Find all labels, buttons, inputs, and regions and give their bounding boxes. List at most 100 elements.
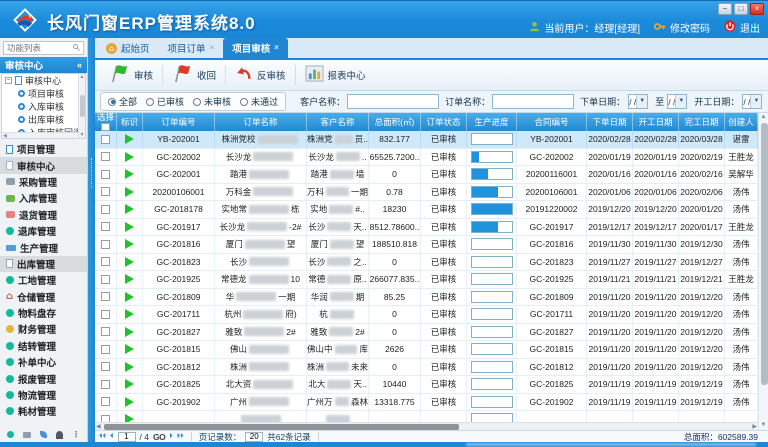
chevron-down-icon[interactable]: ▼ <box>675 95 686 108</box>
row-checkbox[interactable] <box>101 187 110 196</box>
close-tab-icon[interactable]: × <box>274 44 279 52</box>
order-date-from-picker[interactable]: / /▼ <box>628 94 648 109</box>
h-scroll-thumb[interactable] <box>104 424 459 430</box>
row-checkbox[interactable] <box>101 310 110 319</box>
page-number-input[interactable] <box>118 432 136 442</box>
sidebar-item-仓储管理[interactable]: ⌂仓储管理 <box>0 289 87 305</box>
row-checkbox[interactable] <box>101 257 110 266</box>
select-all-checkbox[interactable] <box>101 123 110 131</box>
vertical-scrollbar[interactable]: ▲ ▼ <box>758 113 768 430</box>
v-scroll-thumb[interactable] <box>761 123 768 385</box>
tab-起始页[interactable]: ⌂起始页 <box>97 38 159 58</box>
tab-项目审核[interactable]: 项目审核× <box>223 38 288 58</box>
sidebar-item-退库管理[interactable]: 退库管理 <box>0 223 87 239</box>
next-page-button[interactable]: ⏵ <box>169 432 173 441</box>
审核-button[interactable]: 审核 <box>103 62 159 88</box>
sidebar-splitter[interactable] <box>88 38 95 442</box>
row-checkbox[interactable] <box>101 327 110 336</box>
tree-item-出库审核[interactable]: 出库审核 <box>2 113 85 126</box>
sidebar-item-结转管理[interactable]: 结转管理 <box>0 338 87 354</box>
table-row[interactable]: GC-201925常德龙10常德原..266077.835..已审核GC-201… <box>95 271 758 289</box>
order-date-to-picker[interactable]: / /▼ <box>667 94 687 109</box>
sidebar-item-入库管理[interactable]: 入库管理 <box>0 190 87 206</box>
row-checkbox[interactable] <box>101 240 110 249</box>
sidebar-item-报废管理[interactable]: 报废管理 <box>0 370 87 386</box>
row-checkbox[interactable] <box>101 397 110 406</box>
radio-未审核[interactable]: 未审核 <box>193 95 231 108</box>
row-checkbox[interactable] <box>101 222 110 231</box>
sidebar-item-生产管理[interactable]: 生产管理 <box>0 239 87 255</box>
table-row[interactable]: GC-202001踏港踏港墙0已审核202001160012020/01/162… <box>95 166 758 184</box>
table-row[interactable]: GC-201917长沙龙-2#长沙天..8512.78600..已审核GC-20… <box>95 219 758 237</box>
chevron-down-icon[interactable]: ▼ <box>750 95 761 108</box>
sidebar-item-工地管理[interactable]: 工地管理 <box>0 272 87 288</box>
row-checkbox[interactable] <box>101 345 110 354</box>
table-row[interactable]: GC-201823长沙长沙之..0已审核GC-2018232019/11/272… <box>95 254 758 272</box>
table-row[interactable]: GC-201816厦门望厦门望188510.818已审核GC-201816201… <box>95 236 758 254</box>
table-row[interactable]: GC-201827雅致2#雅致2#0已审核GC-2018272019/11/20… <box>95 324 758 342</box>
last-page-button[interactable]: ⏵⏵ <box>177 432 184 441</box>
tree-horizontal-scrollbar[interactable]: ◀ <box>2 132 78 138</box>
sidebar-item-财务管理[interactable]: 财务管理 <box>0 321 87 337</box>
leaf-icon[interactable] <box>40 431 47 438</box>
collapse-node-icon[interactable]: − <box>5 77 12 84</box>
logout-button[interactable]: 退出 <box>724 20 760 35</box>
minimize-button[interactable]: − <box>718 3 732 15</box>
sidebar-item-物流管理[interactable]: 物流管理 <box>0 387 87 403</box>
table-row[interactable]: GC-201711杭州府)杭0已审核GC-2017112019/11/20201… <box>95 306 758 324</box>
sidebar-item-采购管理[interactable]: 采购管理 <box>0 174 87 190</box>
sidebar-item-退货管理[interactable]: 退货管理 <box>0 207 87 223</box>
row-checkbox[interactable] <box>101 135 110 144</box>
sidebar-item-项目管理[interactable]: 项目管理 <box>0 141 87 157</box>
table-row[interactable]: GC-201812株洲株洲未来0已审核GC-2018122019/11/2020… <box>95 359 758 377</box>
table-row[interactable]: YB-202001株洲党校株洲党员..832.177已审核YB-20200120… <box>95 131 758 149</box>
sidebar-item-物料盘存[interactable]: 物料盘存 <box>0 305 87 321</box>
page-size-input[interactable] <box>245 432 263 442</box>
more-icon[interactable]: ⋮ <box>72 430 80 439</box>
go-button[interactable]: GO <box>153 432 165 442</box>
radio-已审核[interactable]: 已审核 <box>146 95 184 108</box>
close-tab-icon[interactable]: × <box>210 44 215 52</box>
sidebar-item-审核中心[interactable]: 审核中心 <box>0 157 87 173</box>
prev-page-button[interactable]: ⏴ <box>110 432 114 441</box>
table-row[interactable]: GC-2018178实地常栋实地#..18230已审核2019122000220… <box>95 201 758 219</box>
close-button[interactable]: × <box>750 3 764 15</box>
table-row[interactable]: GC-201809华一期华润期85.25已审核GC-2018092019/11/… <box>95 289 758 307</box>
cart-icon[interactable] <box>23 432 31 438</box>
tree-root[interactable]: − 审核中心 <box>2 74 85 87</box>
dot-icon[interactable] <box>7 431 14 438</box>
row-checkbox[interactable] <box>101 170 110 179</box>
tree-item-项目审核[interactable]: 项目审核 <box>2 87 85 100</box>
table-row[interactable]: GC-201815佛山佛山中库2626已审核GC-2018152019/11/2… <box>95 341 758 359</box>
row-checkbox[interactable] <box>101 275 110 284</box>
maximize-button[interactable]: □ <box>734 3 748 15</box>
row-checkbox[interactable] <box>101 380 110 389</box>
row-checkbox[interactable] <box>101 292 110 301</box>
start-date-picker[interactable]: / /▼ <box>742 94 762 109</box>
收回-button[interactable]: 收回 <box>166 62 222 88</box>
table-row[interactable]: 20200106001万科金万科一期0.78已审核202001060012020… <box>95 184 758 202</box>
horizontal-scrollbar[interactable]: ◀▶ <box>95 422 758 430</box>
change-password-button[interactable]: 修改密码 <box>654 20 710 35</box>
function-search-input[interactable] <box>7 43 73 53</box>
collapse-icon[interactable]: « <box>77 60 82 70</box>
customer-name-input[interactable] <box>347 94 439 109</box>
tree-vertical-scrollbar[interactable]: ▲▼ <box>78 74 85 138</box>
报表中心-button[interactable]: 报表中心 <box>299 63 372 87</box>
order-name-input[interactable] <box>492 94 574 109</box>
radio-全部[interactable]: 全部 <box>108 95 137 108</box>
tree-item-入库审核[interactable]: 入库审核 <box>2 100 85 113</box>
反审核-button[interactable]: 反审核 <box>229 63 292 87</box>
chevron-down-icon[interactable]: ▼ <box>636 95 647 108</box>
tab-项目订单[interactable]: 项目订单× <box>159 38 224 58</box>
sidebar-item-出库管理[interactable]: 出库管理 <box>0 256 87 272</box>
table-row[interactable]: GC-202002长沙龙长沙龙..65525.7200..已审核GC-20200… <box>95 149 758 167</box>
row-checkbox[interactable] <box>101 152 110 161</box>
first-page-button[interactable]: ⏴⏴ <box>99 432 106 441</box>
sidebar-item-耗材管理[interactable]: 耗材管理 <box>0 403 87 419</box>
sidebar-item-补单中心[interactable]: 补单中心 <box>0 354 87 370</box>
radio-未通过[interactable]: 未通过 <box>240 95 278 108</box>
row-checkbox[interactable] <box>101 415 110 422</box>
row-checkbox[interactable] <box>101 205 110 214</box>
person-icon[interactable] <box>56 431 63 439</box>
